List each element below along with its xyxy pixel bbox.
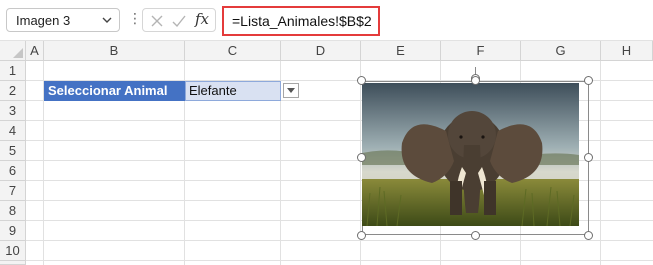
row-header-9[interactable]: 9 [0, 221, 26, 241]
gridline [26, 240, 653, 241]
formula-text: =Lista_Animales!$B$2 [232, 13, 372, 29]
resize-handle-bottom-center[interactable] [471, 231, 480, 240]
confirm-check-icon[interactable] [171, 13, 187, 29]
cell-b2-label[interactable]: Seleccionar Animal [44, 81, 185, 101]
chevron-down-icon[interactable] [101, 14, 113, 26]
column-header-d[interactable]: D [281, 41, 361, 61]
row-header-2[interactable]: 2 [0, 81, 26, 101]
dropdown-arrow-icon [287, 88, 295, 93]
resize-handle-top-right[interactable] [584, 76, 593, 85]
spreadsheet-grid[interactable]: A B C D E F G H 1 2 3 4 5 6 7 8 9 10 Sel… [0, 41, 653, 265]
resize-handle-middle-right[interactable] [584, 153, 593, 162]
column-header-a[interactable]: A [26, 41, 44, 61]
more-options-icon[interactable]: ⋮ [128, 10, 142, 27]
row-header-4[interactable]: 4 [0, 121, 26, 141]
row-header-3[interactable]: 3 [0, 101, 26, 121]
row-header-11[interactable] [0, 261, 26, 265]
gridline [26, 260, 653, 261]
name-box[interactable]: Imagen 3 [6, 8, 120, 32]
name-box-value: Imagen 3 [16, 13, 71, 28]
dropdown-button[interactable] [283, 83, 299, 98]
resize-handle-top-center[interactable] [471, 76, 480, 85]
row-header-8[interactable]: 8 [0, 201, 26, 221]
formula-input[interactable]: =Lista_Animales!$B$2 [222, 6, 380, 36]
row-header-6[interactable]: 6 [0, 161, 26, 181]
insert-function-icon[interactable]: fx [195, 10, 213, 28]
cancel-icon[interactable] [149, 13, 165, 29]
row-header-7[interactable]: 7 [0, 181, 26, 201]
formula-bar: Imagen 3 ⋮ fx =Lista_Animales!$B$2 [0, 0, 653, 40]
resize-handle-bottom-right[interactable] [584, 231, 593, 240]
column-header-h[interactable]: H [601, 41, 653, 61]
resize-handle-bottom-left[interactable] [357, 231, 366, 240]
column-header-b[interactable]: B [44, 41, 185, 61]
column-header-c[interactable]: C [185, 41, 281, 61]
resize-handle-top-left[interactable] [357, 76, 366, 85]
cell-c2-dropdown-value[interactable]: Elefante [185, 81, 281, 101]
row-header-10[interactable]: 10 [0, 241, 26, 261]
elephant-picture[interactable] [362, 83, 579, 226]
row-header-1[interactable]: 1 [0, 61, 26, 81]
column-header-e[interactable]: E [361, 41, 441, 61]
gridline [600, 61, 601, 265]
select-all-corner[interactable] [0, 41, 26, 61]
column-header-g[interactable]: G [521, 41, 601, 61]
row-header-5[interactable]: 5 [0, 141, 26, 161]
formula-bar-buttons: fx [142, 8, 216, 32]
column-header-f[interactable]: F [441, 41, 521, 61]
elephant-image [362, 83, 579, 226]
resize-handle-middle-left[interactable] [357, 153, 366, 162]
